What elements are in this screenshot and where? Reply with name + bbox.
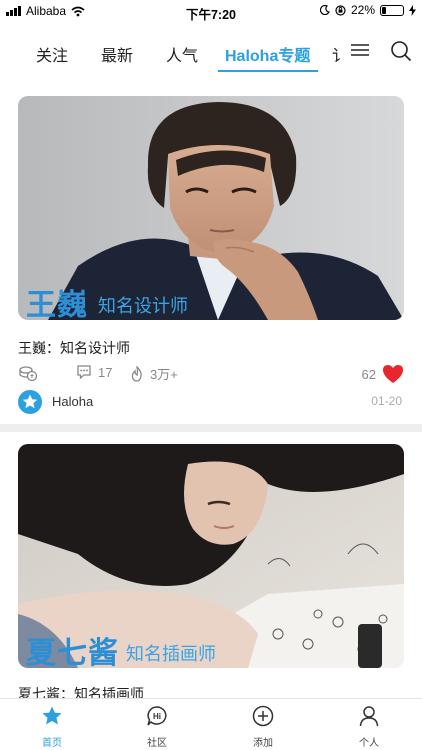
status-bar: Alibaba 下午7:20 22% [0,0,422,22]
moon-icon [319,5,330,15]
status-right: 22% [319,3,416,17]
hi-chat-icon: Hi [147,706,167,726]
author-row[interactable]: Haloha 01-20 [18,390,404,414]
charging-icon [409,4,416,16]
feed-card[interactable]: 夏七酱 知名插画师 夏七酱：知名插画师 [0,444,422,702]
tabbar-community[interactable]: Hi 社区 [117,705,197,749]
flame-icon [131,365,142,382]
comments-button[interactable]: 17 [76,364,112,380]
like-button[interactable]: 62 [362,364,404,384]
bottom-tab-bar: 首页 Hi 社区 添加 个人 [0,698,422,750]
cover-overlay-name: 王巍 [26,289,88,320]
heat-indicator: 3万+ [130,364,178,383]
feed-card[interactable]: 王巍 知名设计师 王巍：知名设计师 17 3万+ 62 Haloha 01-20 [0,96,422,420]
tab-latest[interactable]: 最新 [101,42,133,66]
tabbar-profile-label: 个人 [359,738,379,749]
cover-overlay-role: 知名插画师 [126,644,216,664]
tabbar-home-label: 首页 [42,738,62,749]
reward-button[interactable] [18,364,38,382]
heat-count: 3万+ [150,367,178,382]
card-cover-image[interactable]: 王巍 知名设计师 [18,96,404,320]
tab-more-partial[interactable]: 讠 [332,42,340,66]
author-name: Haloha [52,394,94,409]
tab-haloha-topic[interactable]: Haloha专题 [225,42,310,66]
star-icon [42,706,62,725]
plus-circle-icon [252,705,274,727]
card-divider [0,424,422,432]
svg-text:Hi: Hi [153,712,161,721]
tabbar-add[interactable]: 添加 [223,705,303,749]
comment-count: 17 [98,364,113,380]
card-cover-image[interactable]: 夏七酱 知名插画师 [18,444,404,668]
tab-popular[interactable]: 人气 [166,42,198,66]
battery-icon [380,4,404,16]
like-count: 62 [361,366,376,382]
comment-icon [77,365,91,380]
heart-icon [383,365,403,383]
person-icon [359,706,379,727]
card-title[interactable]: 王巍：知名设计师 [18,338,130,358]
tabbar-profile[interactable]: 个人 [329,705,409,749]
avatar [18,390,42,414]
active-tab-indicator [218,70,318,72]
tabbar-add-label: 添加 [253,738,273,749]
coins-icon [19,366,38,382]
cover-overlay-name: 夏七酱 [26,637,119,668]
battery-percent: 22% [350,3,375,17]
tabbar-community-label: 社区 [147,738,167,749]
tabbar-home[interactable]: 首页 [12,705,92,749]
post-date: 01-20 [371,394,402,408]
orientation-lock-icon [335,4,346,16]
search-icon[interactable] [390,40,412,62]
cover-overlay-role: 知名设计师 [98,296,188,316]
menu-icon[interactable] [350,40,370,60]
top-nav: 关注 最新 人气 Haloha专题 讠 [0,22,422,76]
card-meta: 17 3万+ 62 [18,364,404,384]
tab-follow[interactable]: 关注 [36,42,68,66]
